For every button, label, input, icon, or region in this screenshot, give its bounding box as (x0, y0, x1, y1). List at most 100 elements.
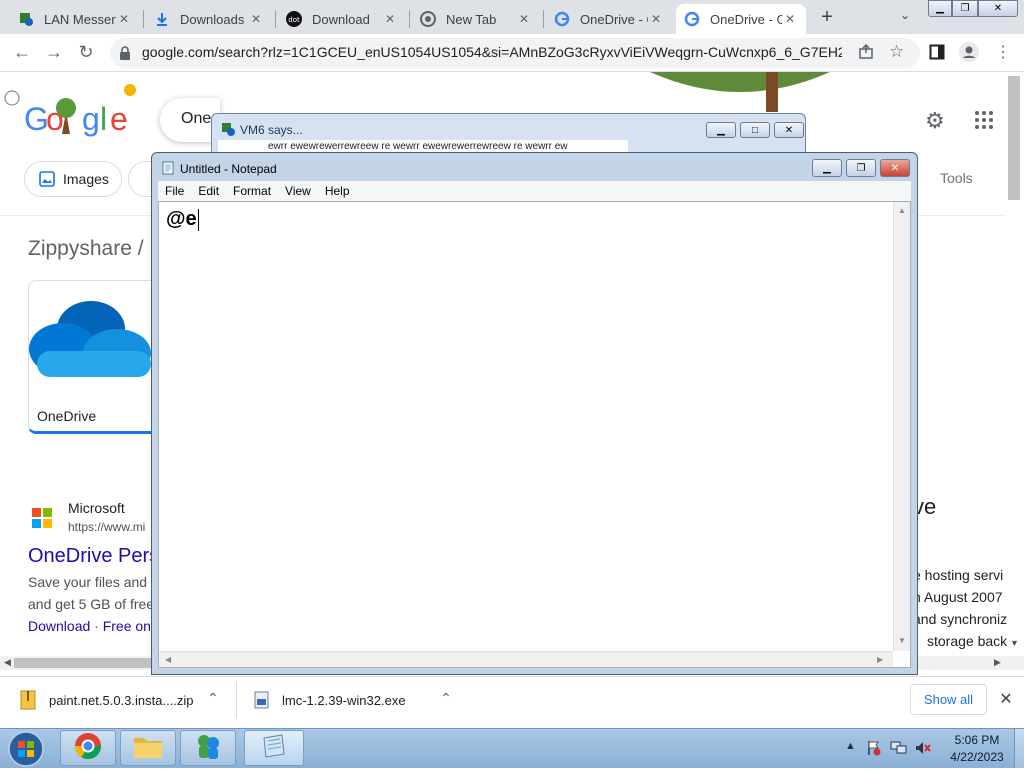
tools-button[interactable]: Tools (940, 170, 973, 186)
result-url[interactable]: https://www.mi (68, 520, 145, 534)
onedrive-card[interactable]: OneDrive (28, 280, 152, 434)
notepad-close-button[interactable]: ✕ (880, 159, 910, 177)
knowledge-panel-text: and synchroniz (913, 611, 1008, 627)
download-item-name[interactable]: lmc-1.2.39-win32.exe (282, 693, 406, 708)
clock-time[interactable]: 5:06 PM (944, 733, 1010, 747)
sitelink-free[interactable]: Free onl (103, 618, 154, 634)
network-icon[interactable] (890, 740, 908, 756)
notepad-restore-button[interactable]: ❐ (846, 159, 876, 177)
tray-expand-icon[interactable]: ▲ (845, 740, 856, 752)
doodle-tree-illustration (640, 72, 840, 112)
close-icon[interactable]: ✕ (516, 12, 532, 26)
microsoft-logo-icon (32, 508, 52, 528)
back-arrow-icon[interactable]: ← (9, 39, 35, 65)
scroll-right-arrow-icon[interactable]: ▶ (994, 657, 1001, 668)
browser-restore-button[interactable]: ❐ (952, 0, 978, 17)
scroll-down-arrow-icon[interactable]: ▼ (898, 636, 906, 645)
side-panel-icon[interactable] (929, 44, 945, 60)
menu-format[interactable]: Format (226, 184, 278, 198)
show-desktop-button[interactable] (1014, 729, 1024, 768)
knowledge-panel-text: e hosting servi (913, 567, 1004, 583)
close-icon[interactable]: ✕ (782, 12, 798, 26)
filter-chip-partial[interactable] (128, 161, 152, 197)
horizontal-scrollbar-thumb[interactable] (14, 658, 154, 668)
notepad-content[interactable]: @e (166, 208, 199, 231)
result-snippet: Save your files and (28, 574, 148, 590)
menu-view[interactable]: View (278, 184, 318, 198)
result-breadcrumb: Zippyshare / (28, 237, 144, 260)
vm6-title: VM6 says... (240, 123, 303, 137)
close-icon[interactable]: ✕ (382, 12, 398, 26)
browser-minimize-button[interactable]: ▁ (928, 0, 952, 17)
forward-arrow-icon[interactable]: → (41, 39, 67, 65)
menu-help[interactable]: Help (318, 184, 357, 198)
image-icon (39, 171, 55, 187)
tab-lan-messenger[interactable]: LAN Messenger ✕ (10, 4, 140, 34)
page-scrollbar-thumb[interactable] (1008, 76, 1020, 200)
tab-separator (409, 10, 410, 28)
tab-onedrive-1[interactable]: OneDrive - G ✕ (546, 4, 672, 34)
tab-download[interactable]: dot Download ✕ (278, 4, 406, 34)
close-icon[interactable]: ✕ (648, 12, 664, 26)
taskbar-notepad[interactable] (244, 730, 304, 766)
notepad-vertical-scrollbar[interactable]: ▲ ▼ (893, 202, 910, 651)
svg-text:dot: dot (288, 16, 300, 24)
browser-close-button[interactable]: ✕ (978, 0, 1018, 17)
notepad-window[interactable]: Untitled - Notepad ▁ ❐ ✕ File Edit Forma… (151, 152, 918, 675)
result-title-link[interactable]: OneDrive Pers (28, 545, 159, 568)
vm6-app-icon (221, 122, 235, 141)
notepad-text-area[interactable]: @e ▲ ▼ ◀ ▶ (158, 201, 911, 668)
notepad-horizontal-scrollbar[interactable]: ◀ ▶ (159, 651, 893, 667)
action-center-flag-icon[interactable] (866, 740, 882, 756)
notepad-title-bar[interactable]: Untitled - Notepad ▁ ❐ ✕ (152, 153, 917, 181)
chrome-icon (420, 11, 436, 27)
sitelink-download[interactable]: Download (28, 618, 90, 634)
new-tab-button[interactable]: + (816, 6, 838, 28)
chevron-up-icon[interactable]: ⌃ (205, 690, 221, 708)
volume-muted-icon[interactable] (914, 740, 932, 756)
taskbar-chrome[interactable] (60, 730, 116, 766)
menu-file[interactable]: File (158, 184, 191, 198)
share-icon[interactable] (858, 43, 874, 60)
exe-file-icon (254, 691, 272, 709)
show-all-button[interactable]: Show all (910, 684, 987, 715)
notepad-minimize-button[interactable]: ▁ (812, 159, 842, 177)
clock-date[interactable]: 4/22/2023 (944, 750, 1010, 764)
zip-file-icon (20, 690, 40, 710)
vm6-close-button[interactable]: ✕ (774, 122, 804, 138)
tab-search-chevron-icon[interactable]: ⌄ (896, 8, 914, 26)
close-icon[interactable]: ✕ (116, 12, 132, 26)
url-text[interactable]: google.com/search?rlz=1C1GCEU_enUS1054US… (142, 44, 842, 60)
chevron-up-icon[interactable]: ⌃ (438, 690, 454, 708)
bookmark-star-icon[interactable]: ☆ (889, 42, 907, 61)
scroll-left-arrow-icon[interactable]: ◀ (165, 655, 171, 664)
result-source: Microsoft (68, 500, 125, 516)
vm6-minimize-button[interactable]: ▁ (706, 122, 736, 138)
tab-downloads[interactable]: Downloads ✕ (146, 4, 272, 34)
lock-icon[interactable] (119, 46, 131, 60)
search-input[interactable]: One (181, 110, 211, 128)
scroll-right-arrow-icon[interactable]: ▶ (877, 655, 883, 664)
kebab-menu-icon[interactable]: ⋮ (995, 42, 1011, 62)
close-shelf-icon[interactable]: ✕ (998, 689, 1014, 709)
lan-messenger-icon (18, 11, 34, 27)
profile-avatar-icon[interactable] (959, 42, 979, 62)
tab-new-tab[interactable]: New Tab ✕ (412, 4, 540, 34)
settings-gear-icon[interactable]: ⚙ (925, 108, 949, 133)
apps-grid-icon[interactable] (974, 110, 994, 130)
close-icon[interactable]: ✕ (248, 12, 264, 26)
menu-edit[interactable]: Edit (191, 184, 226, 198)
filter-chip-images[interactable]: Images (24, 161, 122, 197)
start-button[interactable] (4, 730, 48, 768)
scroll-down-arrow-icon[interactable]: ▼ (1010, 638, 1019, 648)
scroll-left-arrow-icon[interactable]: ◀ (4, 657, 11, 668)
taskbar-explorer[interactable] (120, 730, 176, 766)
download-item-name[interactable]: paint.net.5.0.3.insta....zip (49, 693, 194, 708)
text-cursor (197, 208, 199, 231)
knowledge-panel-text: storage back (927, 633, 1008, 649)
taskbar-lan-messenger[interactable] (180, 730, 236, 766)
scroll-up-arrow-icon[interactable]: ▲ (898, 206, 906, 215)
reload-icon[interactable]: ↻ (73, 39, 99, 65)
vm6-maximize-button[interactable]: □ (740, 122, 770, 138)
tab-onedrive-active[interactable]: OneDrive - G ✕ (676, 4, 806, 34)
